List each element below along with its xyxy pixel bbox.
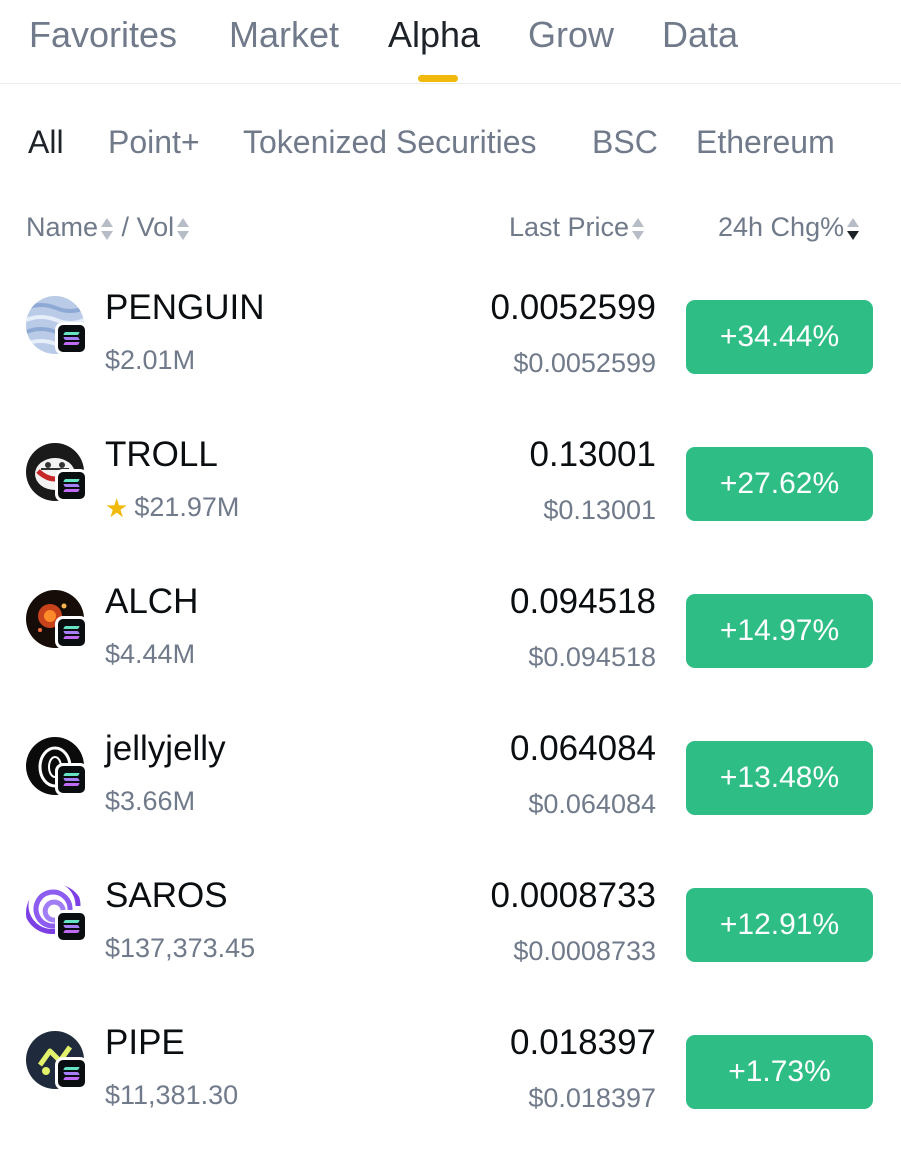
- solana-icon: [55, 910, 88, 943]
- sort-change-icon[interactable]: [847, 217, 860, 241]
- token-name: jellyjelly: [105, 729, 226, 768]
- change-badge[interactable]: +14.97%: [686, 594, 873, 668]
- solana-icon: [55, 322, 88, 355]
- filter-point-plus[interactable]: Point+: [108, 124, 200, 161]
- volume-value: $4.44M: [105, 639, 196, 669]
- usd-price: $0.0008733: [513, 936, 656, 966]
- header-vol-label[interactable]: Vol: [137, 212, 175, 242]
- change-badge[interactable]: +1.73%: [686, 1035, 873, 1109]
- token-row[interactable]: PIPE $11,381.30 0.018397 $0.018397 +1.73…: [0, 1005, 901, 1149]
- token-row[interactable]: TROLL ★ $21.97M 0.13001 $0.13001 +27.62%: [0, 417, 901, 564]
- usd-price: $0.064084: [528, 789, 656, 819]
- solana-icon: [55, 469, 88, 502]
- header-last-price-label[interactable]: Last Price: [509, 212, 629, 242]
- header-separator: /: [121, 212, 130, 242]
- token-volume: $2.01M: [105, 345, 195, 376]
- token-row[interactable]: ALCH $4.44M 0.094518 $0.094518 +14.97%: [0, 564, 901, 711]
- column-header-change: 24h Chg%: [718, 212, 860, 243]
- tab-data[interactable]: Data: [662, 14, 738, 56]
- token-volume: ★ $21.97M: [105, 492, 239, 523]
- token-name: TROLL: [105, 435, 218, 474]
- token-name: ALCH: [105, 582, 199, 621]
- last-price: 0.13001: [529, 435, 656, 474]
- solana-icon: [55, 616, 88, 649]
- token-volume: $11,381.30: [105, 1080, 238, 1111]
- last-price: 0.0052599: [490, 288, 656, 327]
- usd-price: $0.13001: [543, 495, 656, 525]
- token-row[interactable]: jellyjelly $3.66M 0.064084 $0.064084 +13…: [0, 711, 901, 858]
- usd-price: $0.094518: [528, 642, 656, 672]
- filter-tokenized-securities[interactable]: Tokenized Securities: [243, 124, 536, 161]
- sort-vol-icon[interactable]: [177, 217, 190, 241]
- token-name: PIPE: [105, 1023, 185, 1062]
- sort-name-icon[interactable]: [101, 217, 114, 241]
- volume-value: $137,373.45: [105, 933, 256, 963]
- last-price: 0.018397: [510, 1023, 656, 1062]
- usd-price: $0.018397: [528, 1083, 656, 1113]
- filter-all[interactable]: All: [28, 124, 64, 161]
- header-name-label[interactable]: Name: [26, 212, 98, 242]
- tab-market[interactable]: Market: [229, 14, 339, 56]
- volume-value: $2.01M: [105, 345, 196, 375]
- usd-price: $0.0052599: [513, 348, 656, 378]
- change-badge[interactable]: +27.62%: [686, 447, 873, 521]
- token-volume: $4.44M: [105, 639, 195, 670]
- token-volume: $3.66M: [105, 786, 195, 817]
- volume-value: $21.97M: [134, 492, 240, 522]
- change-badge[interactable]: +12.91%: [686, 888, 873, 962]
- top-nav-tabs: Favorites Market Alpha Grow Data: [0, 0, 901, 84]
- last-price: 0.064084: [510, 729, 656, 768]
- token-row[interactable]: PENGUIN $2.01M 0.0052599 $0.0052599 +34.…: [0, 270, 901, 417]
- sort-last-price-icon[interactable]: [632, 217, 645, 241]
- filter-bsc[interactable]: BSC: [592, 124, 658, 161]
- column-header-name-vol: Name / Vol: [26, 212, 190, 243]
- tab-favorites[interactable]: Favorites: [29, 14, 177, 56]
- active-tab-indicator: [418, 75, 458, 82]
- token-row[interactable]: SAROS $137,373.45 0.0008733 $0.0008733 +…: [0, 858, 901, 1005]
- filter-ethereum[interactable]: Ethereum: [696, 124, 835, 161]
- solana-icon: [55, 1057, 88, 1090]
- token-name: PENGUIN: [105, 288, 265, 327]
- volume-value: $11,381.30: [105, 1080, 239, 1110]
- token-volume: $137,373.45: [105, 933, 255, 964]
- tab-grow[interactable]: Grow: [528, 14, 614, 56]
- header-change-label[interactable]: 24h Chg%: [718, 212, 844, 242]
- tab-alpha[interactable]: Alpha: [388, 14, 480, 56]
- change-badge[interactable]: +13.48%: [686, 741, 873, 815]
- last-price: 0.0008733: [490, 876, 656, 915]
- token-name: SAROS: [105, 876, 228, 915]
- last-price: 0.094518: [510, 582, 656, 621]
- volume-value: $3.66M: [105, 786, 196, 816]
- change-badge[interactable]: +34.44%: [686, 300, 873, 374]
- solana-icon: [55, 763, 88, 796]
- column-header-last-price: Last Price: [509, 212, 645, 243]
- star-icon: ★: [105, 492, 129, 523]
